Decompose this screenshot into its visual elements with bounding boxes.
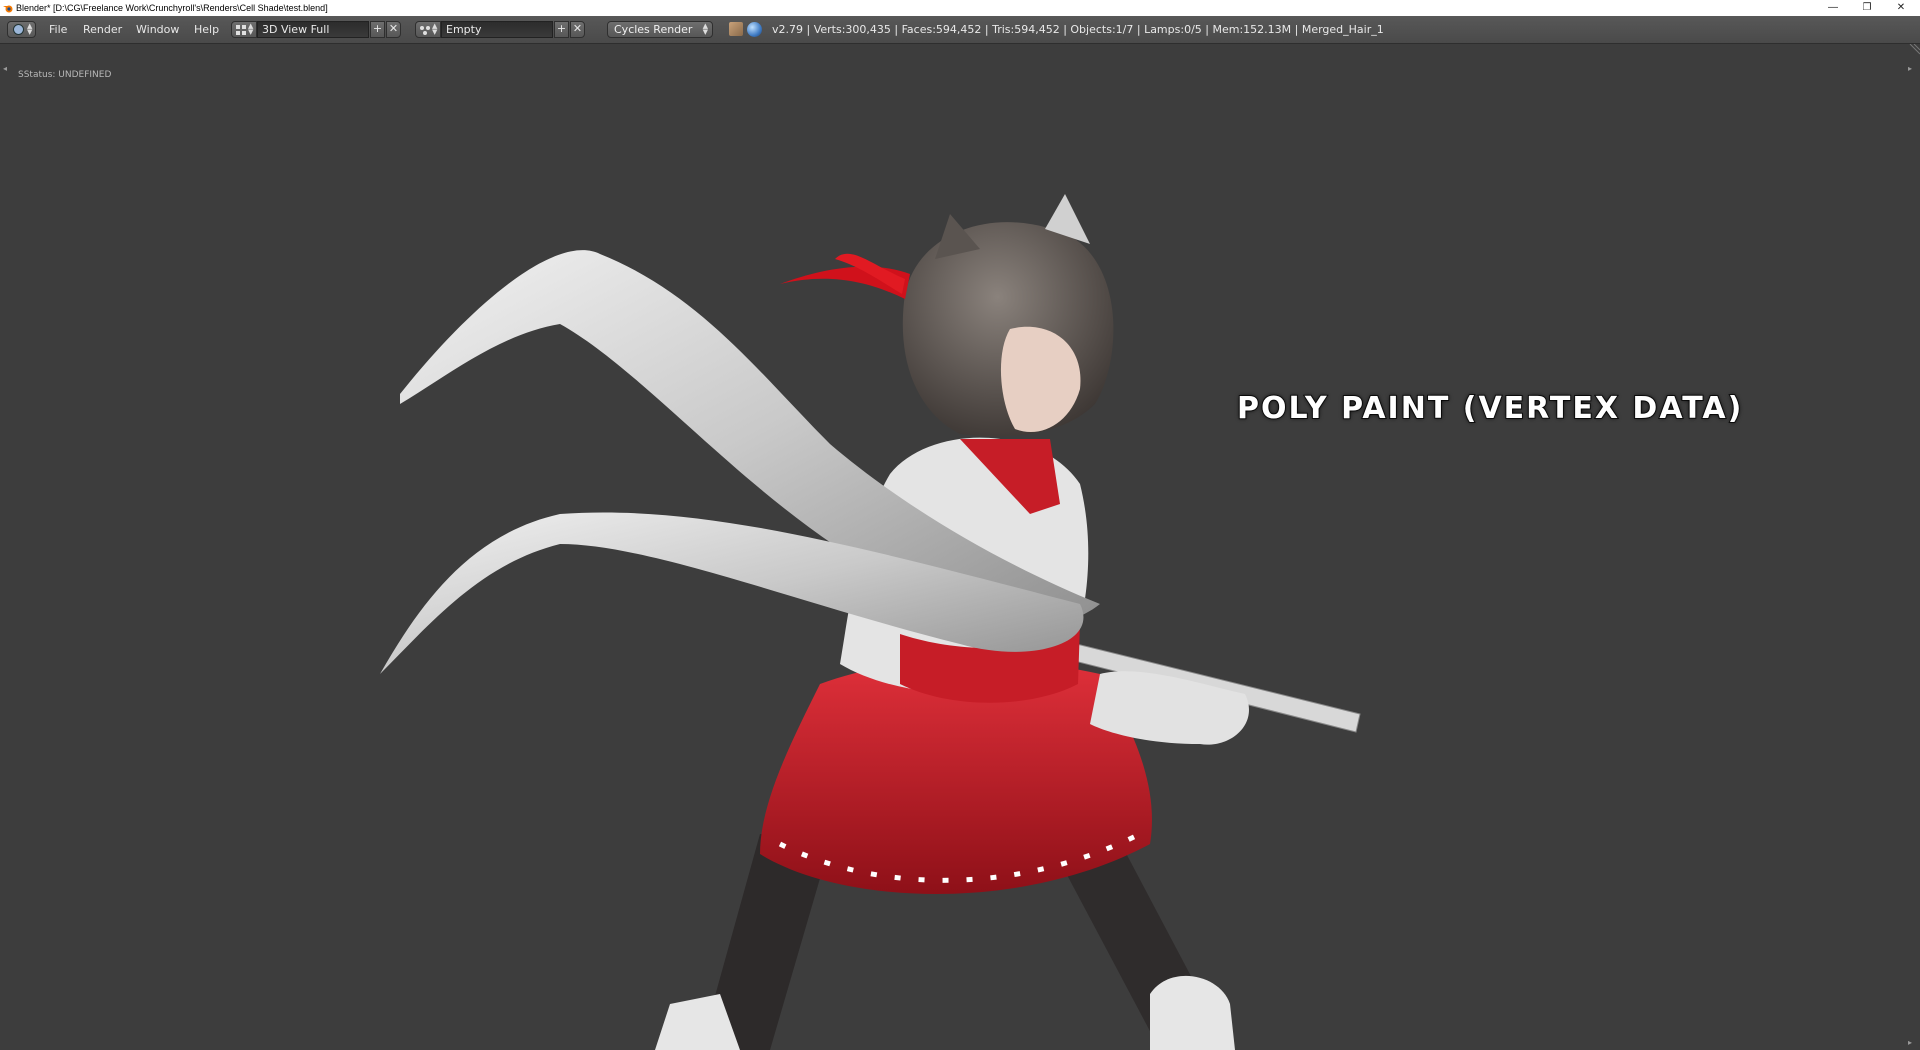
scene-browse-button[interactable]: ▲ ▼: [415, 21, 441, 38]
info-editor-icon: [13, 24, 24, 35]
close-window-button[interactable]: ✕: [1884, 0, 1918, 16]
dropdown-arrows-icon: ▲ ▼: [27, 22, 33, 36]
menu-render[interactable]: Render: [83, 16, 122, 43]
screen-layout-browse-button[interactable]: ▲ ▼: [231, 21, 257, 38]
render-engine-select[interactable]: Cycles Render ▲ ▼: [607, 21, 713, 38]
window-titlebar: Blender* [D:\CG\Freelance Work\Crunchyro…: [0, 0, 1920, 16]
menu-help[interactable]: Help: [194, 16, 219, 43]
dropdown-arrows-icon: ▲ ▼: [432, 22, 438, 36]
minimize-button[interactable]: —: [1816, 0, 1850, 16]
remove-screen-layout-button[interactable]: ✕: [386, 21, 401, 38]
3d-viewport[interactable]: ◂ ▸ ▸ SStatus: UNDEFINED POLY PAINT (VER…: [0, 44, 1920, 1050]
add-scene-button[interactable]: +: [554, 21, 569, 38]
blender-logo-icon: [3, 5, 13, 13]
menu-window[interactable]: Window: [136, 16, 179, 43]
character-boot-right: [1150, 975, 1235, 1050]
info-header: ▲ ▼ File Render Window Help ▲ ▼ 3D View Fu…: [0, 16, 1920, 44]
screen-layout-name-field[interactable]: 3D View Full: [257, 21, 369, 38]
render-preview-icon[interactable]: [729, 22, 743, 36]
render-engine-label: Cycles Render: [614, 23, 693, 36]
scene-name-field[interactable]: Empty: [441, 21, 553, 38]
viewport-overlay-label: POLY PAINT (VERTEX DATA): [1236, 390, 1744, 427]
world-globe-icon[interactable]: [747, 22, 762, 37]
window-title: Blender* [D:\CG\Freelance Work\Crunchyro…: [16, 3, 328, 13]
add-screen-layout-button[interactable]: +: [370, 21, 385, 38]
scene-statistics: v2.79 | Verts:300,435 | Faces:594,452 | …: [772, 23, 1384, 36]
scene-icon: [420, 26, 430, 35]
dropdown-arrows-icon: ▲ ▼: [702, 22, 708, 36]
editor-type-selector[interactable]: ▲ ▼: [7, 21, 36, 38]
restore-button[interactable]: ❐: [1850, 0, 1884, 16]
rendered-character-model: [380, 194, 1361, 1050]
layout-grid-icon: [236, 25, 246, 35]
dropdown-arrows-icon: ▲ ▼: [248, 22, 254, 36]
menu-file[interactable]: File: [49, 16, 67, 43]
remove-scene-button[interactable]: ✕: [570, 21, 585, 38]
